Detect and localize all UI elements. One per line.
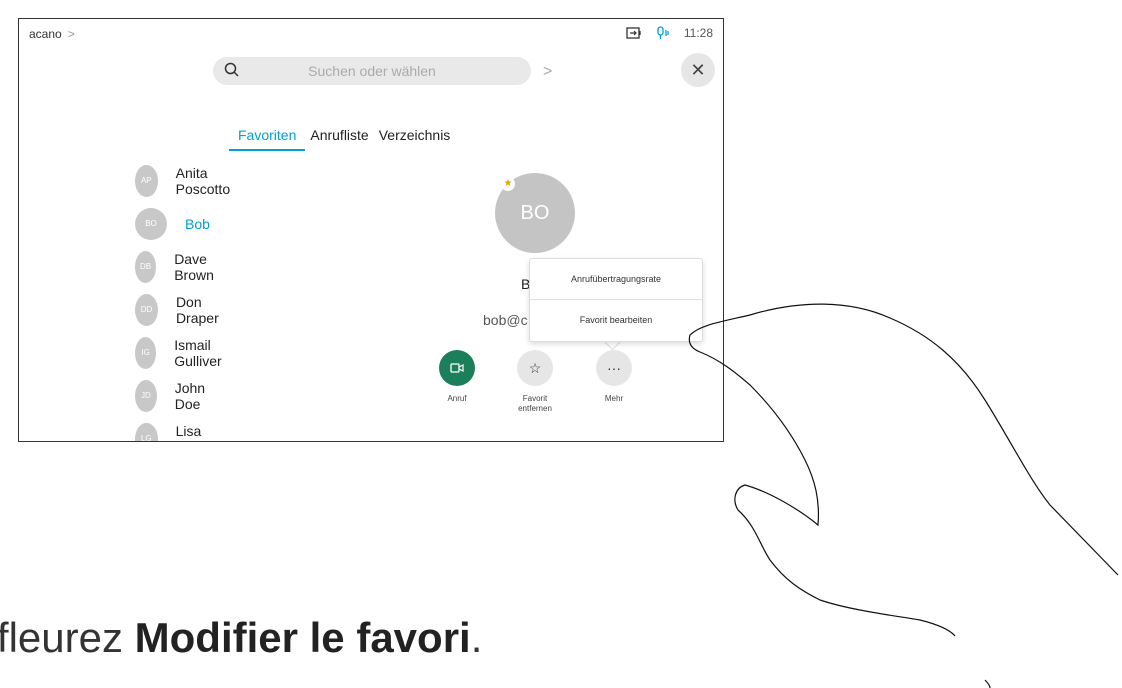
caption-bold: Modifier le favori [134,614,471,661]
contact-name: Don Draper [175,294,219,326]
chevron-right-icon[interactable]: > [543,63,552,81]
contact-name: Dave Brown [174,251,214,283]
call-button[interactable]: Anruf [422,350,492,404]
contact-name: John Doe [174,380,206,412]
instruction-caption: ffleurez Modifier le favori. [0,614,482,662]
close-button[interactable]: ✕ [681,53,715,87]
tab-favorites[interactable]: Favoriten [229,127,306,151]
topbar-title[interactable]: acano > [29,27,75,41]
menu-item-edit-favorite[interactable]: Favorit bearbeiten [530,299,702,340]
tab-directory[interactable]: Verzeichnis [374,127,456,151]
list-item[interactable]: IG Ismail Gulliver [135,337,232,369]
status-bar: 11:28 [626,26,713,40]
search-placeholder: Suchen oder wählen [308,63,436,79]
avatar: BO [135,208,167,240]
contact-name: Anita Poscotto [175,165,231,197]
video-call-icon [439,350,475,386]
system-name: acano [29,27,62,41]
contact-name: Lisa Green [175,423,215,441]
device-screen: acano > 11:28 Suchen oder wählen > ✕ Fav… [18,18,724,442]
remove-favorite-button[interactable]: ☆ Favorit entfernen [500,350,570,414]
more-menu: Anrufübertragungsrate Favorit bearbeiten [529,258,703,342]
remove-favorite-label: Favorit entfernen [500,394,570,414]
chevron-right-icon: > [67,27,75,41]
avatar: DD [135,294,158,326]
call-label: Anruf [447,394,467,403]
list-item[interactable]: DB Dave Brown [135,251,225,283]
list-item[interactable]: LG Lisa Green [135,423,224,441]
contact-name: Bob [185,216,210,232]
close-icon: ✕ [690,60,706,80]
microphone-icon[interactable] [656,26,670,40]
avatar: AP [135,165,158,197]
list-item[interactable]: AP Anita Poscotto [135,165,239,197]
remove-favorite-label-line2: entfernen [518,404,552,413]
caption-suffix: . [470,614,483,661]
contact-name: Ismail Gulliver [174,337,222,369]
screen-share-icon[interactable] [626,27,642,39]
contact-detail-email: bob@c [483,312,528,328]
star-outline-icon: ☆ [517,350,553,386]
avatar: IG [135,337,157,369]
tab-bar: Favoriten Anrufliste Verzeichnis [229,127,455,151]
tab-recents[interactable]: Anrufliste [305,127,373,151]
avatar: LG [135,423,158,441]
avatar: JD [135,380,157,412]
search-input[interactable]: Suchen oder wählen [213,57,531,85]
caption-prefix: ffleurez [0,614,135,661]
remove-favorite-label-line1: Favorit [522,394,548,403]
avatar: DB [135,251,157,283]
ellipsis-icon: ··· [596,350,632,386]
list-item[interactable]: BO Bob [135,208,210,240]
more-button[interactable]: ··· Mehr [579,350,649,404]
star-icon: ★ [501,177,515,191]
list-item[interactable]: DD Don Draper [135,294,228,326]
list-item[interactable]: JD John Doe [135,380,215,412]
menu-item-call-rate[interactable]: Anrufübertragungsrate [530,259,702,299]
more-label: Mehr [604,394,624,403]
clock: 11:28 [683,26,713,40]
